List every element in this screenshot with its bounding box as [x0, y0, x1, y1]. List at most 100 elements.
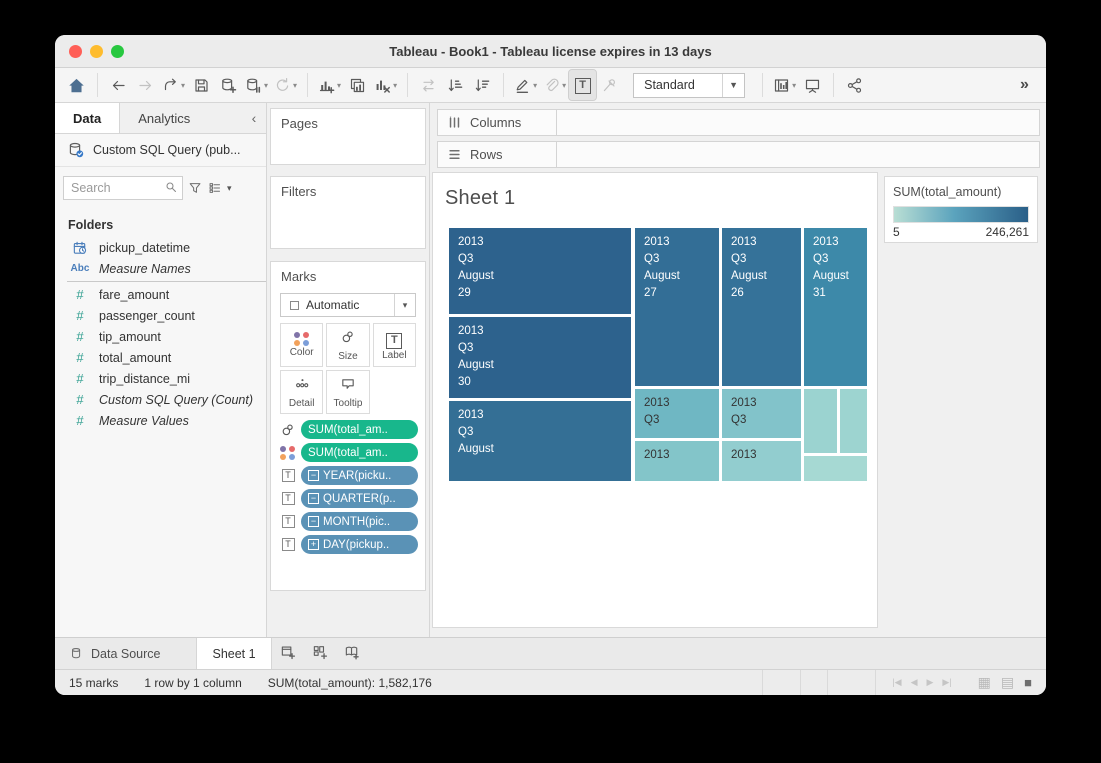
home-button[interactable] — [63, 70, 90, 100]
treemap-mark-2013[interactable]: 2013 — [635, 441, 719, 481]
treemap-mark-small-10[interactable] — [804, 389, 837, 453]
share-button[interactable] — [841, 70, 868, 100]
nav-prev-icon[interactable]: ◀ — [911, 677, 918, 688]
tab-sheet1[interactable]: Sheet 1 — [197, 638, 271, 669]
redo-caret-icon[interactable]: ▾ — [181, 81, 185, 90]
pill-collapse-icon[interactable]: − — [308, 516, 319, 527]
new-story-tab[interactable] — [336, 638, 368, 669]
tooltip-button[interactable]: Tooltip — [326, 370, 369, 414]
new-worksheet-button[interactable]: ▾ — [315, 70, 344, 100]
run-auto-updates-button[interactable]: ▾ — [271, 70, 300, 100]
tab-analytics[interactable]: Analytics — [120, 103, 208, 133]
redo-button[interactable]: ▾ — [159, 70, 188, 100]
treemap-mark-small-12[interactable] — [804, 456, 867, 481]
field-total-amount[interactable]: #total_amount — [55, 347, 266, 368]
maximize-window-icon[interactable] — [111, 45, 124, 58]
treemap-mark-2013-q3-august-30[interactable]: 2013Q3August30 — [449, 317, 631, 398]
show-hide-cards-button[interactable]: ▾ — [770, 70, 799, 100]
pill-collapse-icon[interactable]: − — [308, 493, 319, 504]
nav-last-icon[interactable]: ▶| — [942, 677, 951, 688]
tile-view-icon[interactable]: ▦ — [978, 674, 991, 691]
treemap-mark-2013[interactable]: 2013 — [722, 441, 801, 481]
treemap-mark-2013-q3-august-26[interactable]: 2013Q3August26 — [722, 228, 801, 386]
filmstrip-view-icon[interactable]: ▤ — [1001, 674, 1014, 691]
treemap-mark-2013-q3[interactable]: 2013Q3 — [635, 389, 719, 438]
treemap-mark-2013-q3-august-31[interactable]: 2013Q3August31 — [804, 228, 867, 386]
color-legend[interactable]: SUM(total_amount) 5 246,261 — [884, 176, 1038, 243]
full-view-icon[interactable]: ■ — [1024, 675, 1032, 690]
run-auto-updates-caret-icon[interactable]: ▾ — [293, 81, 297, 90]
highlight-caret-icon[interactable]: ▾ — [533, 81, 537, 90]
columns-shelf[interactable]: Columns — [437, 109, 1040, 136]
mark-type-caret-icon[interactable]: ▾ — [394, 294, 415, 316]
new-worksheet-caret-icon[interactable]: ▾ — [337, 81, 341, 90]
fit-selector-caret-icon[interactable]: ▼ — [722, 74, 744, 97]
back-button[interactable] — [105, 70, 132, 100]
treemap-mark-2013-q3[interactable]: 2013Q3 — [722, 389, 801, 438]
fix-axes-button[interactable] — [596, 70, 623, 100]
size-button[interactable]: Size — [326, 323, 369, 367]
treemap-mark-2013-q3-august[interactable]: 2013Q3August — [449, 401, 631, 481]
pill-day-pickup[interactable]: +DAY(pickup.. — [301, 535, 418, 554]
minimize-window-icon[interactable] — [90, 45, 103, 58]
group-members-button[interactable]: ▾ — [540, 70, 569, 100]
treemap-mark-2013-q3-august-29[interactable]: 2013Q3August29 — [449, 228, 631, 314]
presentation-mode-button[interactable] — [799, 70, 826, 100]
new-worksheet-tab[interactable] — [272, 638, 304, 669]
show-hide-cards-caret-icon[interactable]: ▾ — [792, 81, 796, 90]
more-commands-button[interactable]: » — [1011, 70, 1038, 100]
field-trip-distance-mi[interactable]: #trip_distance_mi — [55, 368, 266, 389]
group-members-caret-icon[interactable]: ▾ — [562, 81, 566, 90]
save-button[interactable] — [188, 70, 215, 100]
highlight-button[interactable]: ▾ — [511, 70, 540, 100]
filter-fields-icon[interactable] — [188, 181, 203, 196]
pill-year-picku[interactable]: −YEAR(picku.. — [301, 466, 418, 485]
rows-shelf[interactable]: Rows — [437, 141, 1040, 168]
field-tip-amount[interactable]: #tip_amount — [55, 326, 266, 347]
field-custom-sql-query-count[interactable]: #Custom SQL Query (Count) — [55, 389, 266, 410]
tab-data[interactable]: Data — [55, 103, 120, 133]
detail-button[interactable]: Detail — [280, 370, 323, 414]
field-measure-values[interactable]: #Measure Values — [55, 410, 266, 431]
filters-card[interactable]: Filters — [270, 176, 426, 249]
rows-shelf-drop-area[interactable] — [557, 141, 1040, 168]
show-mark-labels-button[interactable]: T — [569, 70, 596, 100]
pill-quarter-p[interactable]: −QUARTER(p.. — [301, 489, 418, 508]
data-source-connection[interactable]: Custom SQL Query (pub... — [55, 134, 266, 167]
field-pickup-datetime[interactable]: pickup_datetime — [55, 237, 266, 258]
pill-expand-icon[interactable]: + — [308, 539, 319, 550]
collapse-pane-icon[interactable]: ‹ — [242, 103, 266, 133]
sort-descending-button[interactable] — [469, 70, 496, 100]
tab-data-source[interactable]: Data Source — [55, 638, 197, 669]
pill-sum-total-am[interactable]: SUM(total_am.. — [301, 420, 418, 439]
pill-sum-total-am[interactable]: SUM(total_am.. — [301, 443, 418, 462]
new-data-source-button[interactable] — [215, 70, 242, 100]
pause-auto-updates-button[interactable]: ▾ — [242, 70, 271, 100]
duplicate-sheet-button[interactable] — [344, 70, 371, 100]
treemap-mark-small-11[interactable] — [840, 389, 867, 453]
field-passenger-count[interactable]: #passenger_count — [55, 305, 266, 326]
clear-sheet-caret-icon[interactable]: ▾ — [393, 81, 397, 90]
nav-first-icon[interactable]: |◀ — [892, 677, 901, 688]
pause-auto-updates-caret-icon[interactable]: ▾ — [264, 81, 268, 90]
view-options-caret-icon[interactable]: ▾ — [227, 183, 232, 194]
swap-rows-and-columns-button[interactable] — [415, 70, 442, 100]
clear-sheet-button[interactable]: ▾ — [371, 70, 400, 100]
field-fare-amount[interactable]: #fare_amount — [55, 284, 266, 305]
mark-type-select[interactable]: Automatic ▾ — [280, 293, 416, 317]
pill-month-pic[interactable]: −MONTH(pic.. — [301, 512, 418, 531]
close-window-icon[interactable] — [69, 45, 82, 58]
sort-ascending-button[interactable] — [442, 70, 469, 100]
field-measure-names[interactable]: AbcMeasure Names — [55, 258, 266, 279]
treemap-mark-2013-q3-august-27[interactable]: 2013Q3August27 — [635, 228, 719, 386]
new-dashboard-tab[interactable] — [304, 638, 336, 669]
label-button[interactable]: TLabel — [373, 323, 416, 367]
pill-collapse-icon[interactable]: − — [308, 470, 319, 481]
nav-next-icon[interactable]: ▶ — [926, 677, 933, 688]
columns-shelf-drop-area[interactable] — [557, 109, 1040, 136]
color-button[interactable]: Color — [280, 323, 323, 367]
pages-card[interactable]: Pages — [270, 108, 426, 165]
forward-button[interactable] — [132, 70, 159, 100]
view-options-icon[interactable] — [208, 181, 222, 195]
fit-selector[interactable]: Standard▼ — [633, 73, 745, 98]
